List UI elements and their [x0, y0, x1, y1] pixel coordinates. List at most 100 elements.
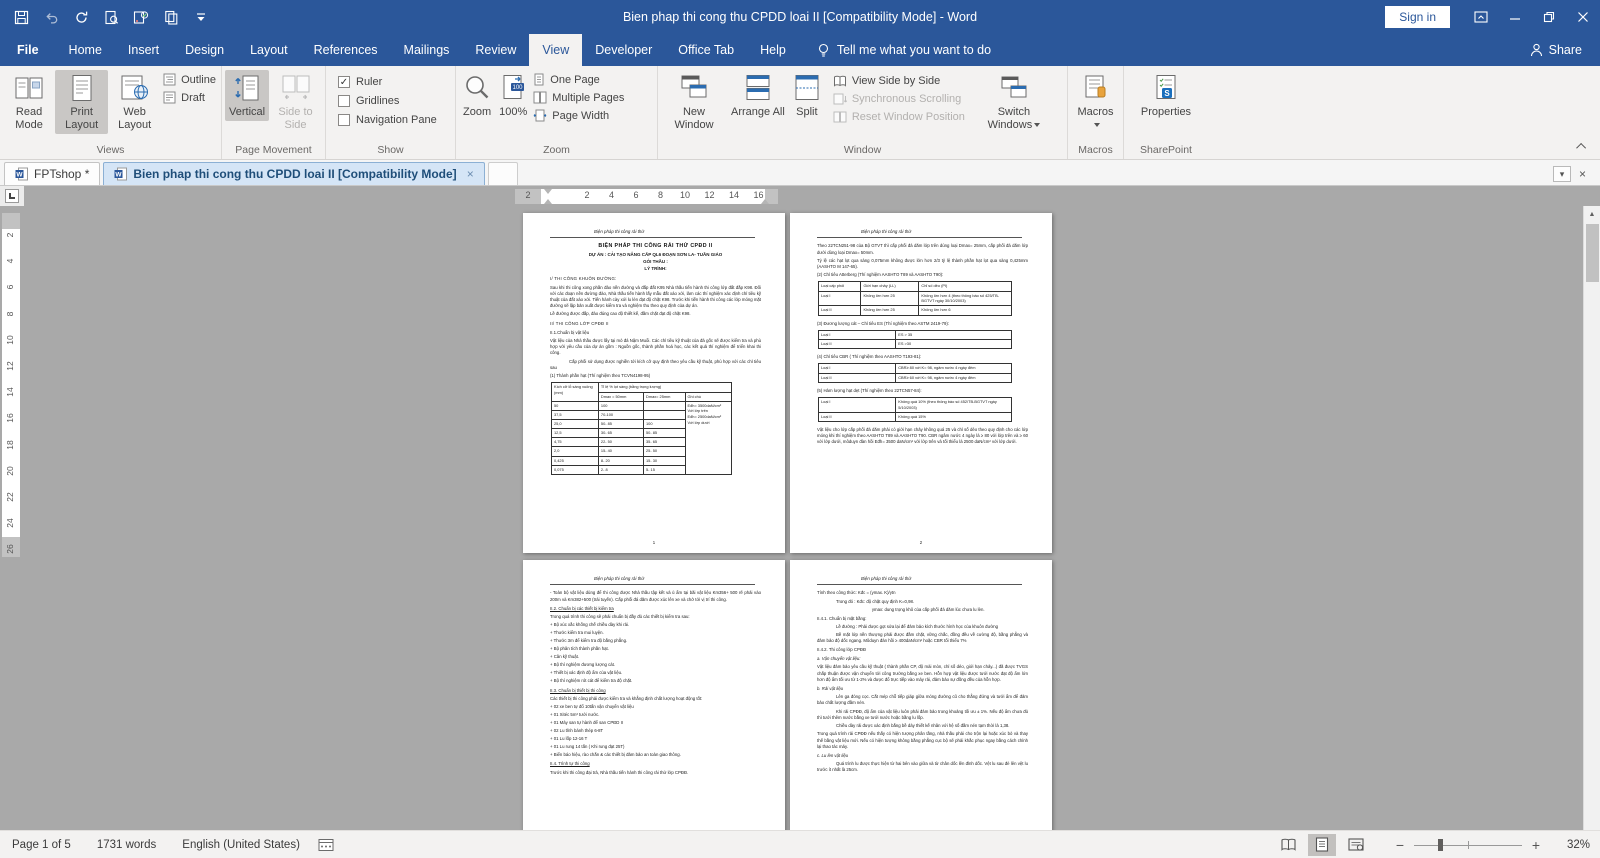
zoom-out-button[interactable]: −	[1392, 837, 1408, 853]
print-preview-icon[interactable]	[102, 8, 120, 26]
document-page-4[interactable]: Biện pháp thi công rải thử Tính theo công…	[790, 560, 1052, 830]
zoom-percentage[interactable]: 32%	[1552, 839, 1590, 851]
tab-layout[interactable]: Layout	[237, 34, 301, 66]
tab-insert[interactable]: Insert	[115, 34, 172, 66]
tab-stop-selector[interactable]	[5, 189, 19, 203]
scroll-up-icon[interactable]: ▲	[1584, 206, 1600, 222]
language-indicator[interactable]: English (United States)	[182, 839, 300, 851]
vertical-button[interactable]: Vertical	[225, 70, 270, 121]
document-page-2[interactable]: Biện pháp thi công rải thử Theo 22TCN251-…	[790, 213, 1052, 553]
collapse-ribbon-button[interactable]	[1574, 139, 1590, 153]
doc-table-cell: 50- 85	[643, 428, 686, 439]
document-canvas[interactable]: 2 4 6 8 10 12 14 16 18 20 22 24 26 Biện pháp thi côn…	[0, 206, 1600, 830]
doc-block-h: II/ THI CÔNG LỚP CPĐĐ II	[550, 321, 609, 327]
word-count[interactable]: 1731 words	[97, 839, 156, 851]
print-layout-button[interactable]: Print Layout	[55, 70, 109, 134]
outline-button[interactable]: Outline	[163, 73, 216, 86]
doc-block-b: + Thước kiểm tra mui luyện.	[550, 630, 604, 636]
approve-stamp-icon[interactable]	[132, 8, 150, 26]
sync-scrolling-icon	[833, 93, 847, 105]
doc-tab-bien-phap[interactable]: W Bien phap thi cong thu CPDD loai II [C…	[103, 162, 485, 185]
lightbulb-icon	[817, 43, 830, 58]
tab-list-dropdown-icon[interactable]: ▾	[1552, 166, 1571, 182]
doc-block-hu: II.3. Chuẩn bị thiết bị thi công	[550, 687, 606, 693]
save-icon[interactable]	[12, 8, 30, 26]
right-indent-marker[interactable]	[761, 199, 769, 204]
tab-mailings[interactable]: Mailings	[391, 34, 463, 66]
zoom-button[interactable]: Zoom	[459, 70, 495, 121]
tab-review[interactable]: Review	[462, 34, 529, 66]
navigation-pane-checkbox[interactable]: Navigation Pane	[338, 114, 437, 126]
new-window-button[interactable]: New Window	[661, 70, 727, 134]
doc-table-cell: 50	[551, 400, 599, 411]
read-mode-button[interactable]: Read Mode	[3, 70, 55, 134]
doc-table-cell: 5- 15	[643, 464, 686, 475]
view-side-by-side-button[interactable]: View Side by Side	[833, 75, 965, 87]
vertical-ruler[interactable]: 2 4 6 8 10 12 14 16 18 20 22 24 26	[2, 213, 20, 557]
share-button[interactable]: Share	[1530, 34, 1600, 66]
vertical-scrollbar[interactable]: ▲	[1583, 206, 1600, 830]
page-indicator[interactable]: Page 1 of 5	[12, 839, 71, 851]
zoom-slider-thumb[interactable]	[1437, 838, 1443, 851]
doc-table-cell: 2,0	[551, 446, 599, 457]
minimize-button[interactable]	[1498, 0, 1532, 34]
checkbox-checked-icon: ✓	[338, 76, 350, 88]
restore-button[interactable]	[1532, 0, 1566, 34]
web-layout-button[interactable]: Web Layout	[108, 70, 161, 134]
tab-references[interactable]: References	[301, 34, 391, 66]
sign-in-button[interactable]: Sign in	[1385, 6, 1450, 28]
redo-icon[interactable]	[72, 8, 90, 26]
close-tab-bar-icon[interactable]: ×	[1579, 167, 1586, 181]
print-layout-view-button[interactable]	[1308, 833, 1336, 856]
new-tab-stub[interactable]	[487, 162, 518, 185]
first-line-indent-marker[interactable]	[544, 189, 552, 194]
macros-button[interactable]: Macros	[1071, 70, 1120, 134]
page-width-button[interactable]: Page Width	[533, 109, 624, 122]
doc-table-cell: 100	[597, 400, 645, 411]
ruler-checkbox[interactable]: ✓ Ruler	[338, 76, 437, 88]
tab-file[interactable]: File	[0, 34, 56, 66]
ruler-number: 4	[5, 258, 15, 264]
copy-pages-icon[interactable]	[162, 8, 180, 26]
tab-view[interactable]: View	[529, 34, 583, 66]
draft-button[interactable]: Draft	[163, 91, 216, 104]
tab-home[interactable]: Home	[56, 34, 115, 66]
zoom-in-button[interactable]: +	[1528, 837, 1544, 853]
ribbon-group-label: Show	[377, 144, 404, 156]
undo-icon[interactable]	[42, 8, 60, 26]
doc-table-cell: Không quá 15%	[895, 411, 1013, 422]
doc-table-cell: Loại II	[817, 411, 897, 422]
doc-table-cell: 8- 20	[597, 455, 645, 466]
close-tab-icon[interactable]: ×	[467, 167, 474, 181]
macro-record-icon[interactable]	[318, 838, 334, 852]
doc-block-b: + Biển báo hiệu, rào chắn & các thiết bị…	[550, 752, 681, 758]
hanging-indent-marker[interactable]	[544, 199, 552, 204]
macros-icon	[1083, 72, 1109, 104]
customize-qat-icon[interactable]	[192, 8, 210, 26]
multiple-pages-button[interactable]: Multiple Pages	[533, 91, 624, 104]
close-button[interactable]	[1566, 0, 1600, 34]
tab-help[interactable]: Help	[747, 34, 799, 66]
zoom-100-button[interactable]: 100 100%	[495, 70, 531, 121]
horizontal-ruler[interactable]: 2 2 4 6 8 10 12 14 16	[515, 189, 778, 204]
zoom-slider[interactable]	[1414, 838, 1522, 852]
one-page-button[interactable]: One Page	[533, 73, 624, 86]
tab-office-tab[interactable]: Office Tab	[665, 34, 747, 66]
scrollbar-thumb[interactable]	[1586, 224, 1599, 282]
split-button[interactable]: Split	[789, 70, 825, 121]
tab-developer[interactable]: Developer	[582, 34, 665, 66]
arrange-all-button[interactable]: Arrange All	[727, 70, 789, 121]
document-page-3[interactable]: Biện pháp thi công rải thử - Toàn bộ vật …	[523, 560, 785, 830]
ribbon-display-options-icon[interactable]	[1464, 0, 1498, 34]
read-mode-view-button[interactable]	[1274, 834, 1302, 856]
gridlines-checkbox[interactable]: Gridlines	[338, 95, 437, 107]
tab-design[interactable]: Design	[172, 34, 237, 66]
tell-me-box[interactable]: Tell me what you want to do	[817, 34, 991, 66]
doc-table-cell: Kích cỡ lỗ sàng vuông (mm)	[551, 382, 599, 402]
document-page-1[interactable]: Biện pháp thi công rải thử BIỆN PHÁP THI …	[523, 213, 785, 553]
switch-windows-button[interactable]: Switch Windows	[981, 70, 1047, 134]
doc-tab-fptshop[interactable]: W FPTshop *	[4, 162, 101, 185]
properties-button[interactable]: S Properties	[1137, 70, 1195, 121]
tell-me-label: Tell me what you want to do	[836, 43, 992, 57]
web-layout-view-button[interactable]	[1342, 834, 1370, 856]
